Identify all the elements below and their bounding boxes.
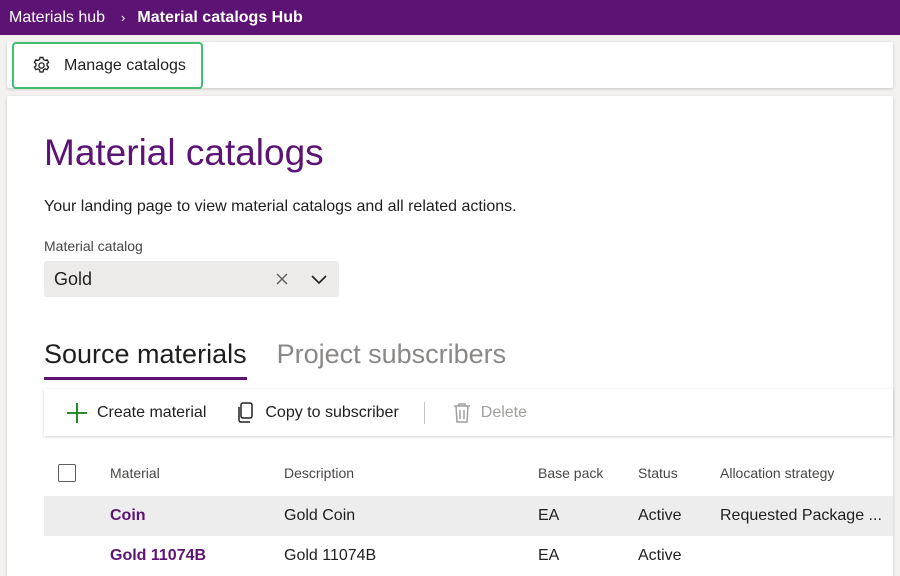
delete-button[interactable]: Delete — [452, 389, 527, 436]
clear-icon[interactable] — [272, 269, 292, 289]
cell-description: Gold 11074B — [284, 547, 377, 564]
material-catalog-dropdown[interactable]: Gold — [44, 261, 339, 297]
breadcrumb-materials-hub[interactable]: Materials hub — [0, 9, 105, 27]
main-card: Material catalogs Your landing page to v… — [7, 96, 893, 576]
command-bar: Manage catalogs — [7, 42, 893, 89]
header-allocation-strategy[interactable]: Allocation strategy — [720, 465, 893, 481]
table-row[interactable]: Gold 11074B Gold 11074B EA Active — [44, 536, 893, 576]
materials-table: Material Description Base pack Status Al… — [44, 449, 893, 576]
cell-allocation-strategy: Requested Package ... — [720, 507, 882, 524]
tab-source-materials[interactable]: Source materials — [44, 339, 247, 380]
cell-status: Active — [638, 507, 682, 524]
gear-icon — [33, 56, 50, 73]
add-icon — [67, 402, 87, 423]
manage-catalogs-button[interactable]: Manage catalogs — [12, 42, 203, 89]
copy-to-subscriber-button[interactable]: Copy to subscriber — [236, 389, 399, 436]
header-status[interactable]: Status — [638, 465, 678, 481]
copy-icon — [238, 401, 254, 423]
table-row[interactable]: Coin Gold Coin EA Active Requested Packa… — [44, 496, 893, 536]
manage-catalogs-label: Manage catalogs — [64, 56, 186, 74]
select-all-checkbox[interactable] — [58, 463, 76, 482]
dropdown-value: Gold — [54, 268, 93, 289]
header-description[interactable]: Description — [284, 465, 354, 481]
create-material-button[interactable]: Create material — [66, 389, 206, 436]
action-toolbar: Create material Copy to subscriber Delet… — [44, 389, 893, 436]
cell-base-pack: EA — [538, 507, 560, 524]
material-catalog-label: Material catalog — [44, 238, 143, 254]
cell-status: Active — [638, 547, 682, 564]
chevron-down-icon[interactable] — [309, 269, 329, 289]
tab-list: Source materials Project subscribers — [44, 339, 536, 380]
tab-project-subscribers[interactable]: Project subscribers — [277, 339, 507, 379]
delete-label: Delete — [480, 403, 528, 421]
create-material-label: Create material — [97, 403, 207, 421]
material-link[interactable]: Coin — [110, 507, 146, 525]
table-header: Material Description Base pack Status Al… — [44, 449, 893, 496]
top-nav-bar: Materials hub › Material catalogs Hub — [0, 0, 900, 35]
page-title: Material catalogs — [44, 132, 324, 173]
header-base-pack[interactable]: Base pack — [538, 465, 603, 481]
trash-icon — [453, 402, 470, 423]
breadcrumb-separator-icon: › — [121, 10, 126, 25]
header-material[interactable]: Material — [110, 465, 160, 481]
material-link[interactable]: Gold 11074B — [110, 547, 206, 565]
copy-to-subscriber-label: Copy to subscriber — [265, 403, 399, 421]
page-description: Your landing page to view material catal… — [44, 198, 517, 215]
cell-description: Gold Coin — [284, 507, 356, 524]
breadcrumb-current: Material catalogs Hub — [137, 8, 303, 26]
toolbar-divider — [423, 401, 425, 424]
cell-base-pack: EA — [538, 547, 560, 564]
